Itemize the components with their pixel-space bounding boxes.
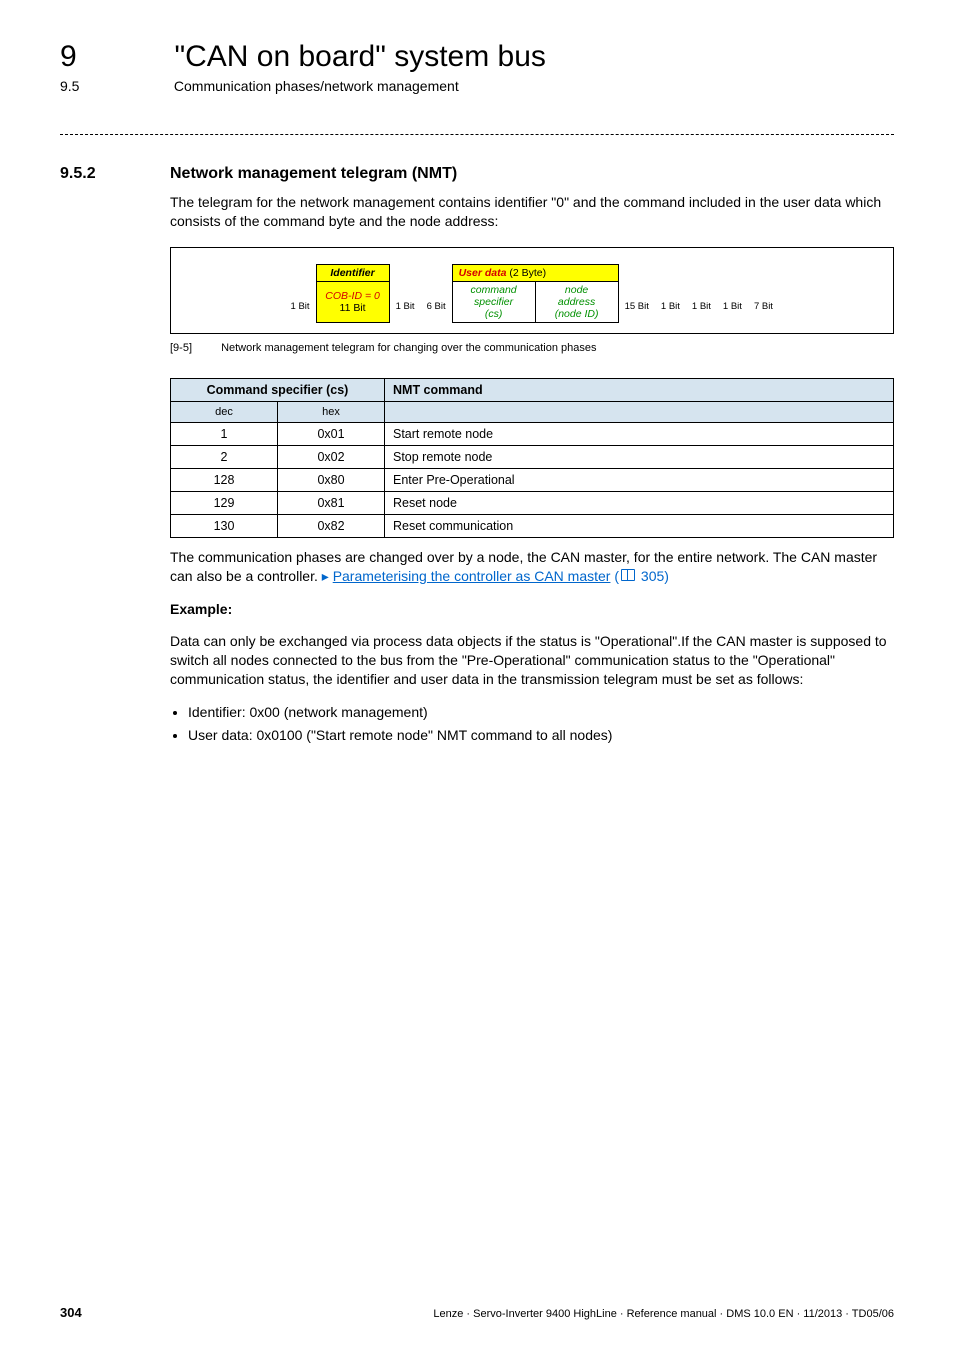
chapter-title: "CAN on board" system bus [174,40,545,74]
bit-label: 1 Bit [655,290,686,322]
table-row: 2 0x02 Stop remote node [171,445,894,468]
bit-label: 15 Bit [618,290,655,322]
nmt-subheader-dec: dec [171,401,278,422]
example-heading: Example: [170,600,894,619]
bit-label: 7 Bit [748,290,779,322]
page-footer: 304 Lenze · Servo-Inverter 9400 HighLine… [60,1305,894,1320]
figure-tag: [9-5] [170,342,218,354]
nmt-subheader-hex: hex [278,401,385,422]
table-row: 128 0x80 Enter Pre-Operational [171,468,894,491]
table-row: 130 0x82 Reset communication [171,514,894,537]
example-bullets: Identifier: 0x00 (network management) Us… [170,703,894,745]
table-row: 1 0x01 Start remote node [171,422,894,445]
book-icon [621,569,635,581]
bit-label: 1 Bit [686,290,717,322]
page: 9 "CAN on board" system bus 9.5 Communic… [0,0,954,1350]
section-header: 9.5 Communication phases/network managem… [60,78,894,94]
bit-label: 1 Bit [285,290,317,322]
bit-label: 1 Bit [389,290,421,322]
userdata-header: User data (2 Byte) [452,264,618,281]
after-table-paragraph: The communication phases are changed ove… [170,548,894,586]
table-row: 129 0x81 Reset node [171,491,894,514]
cross-reference-link[interactable]: Parameterising the controller as CAN mas… [333,568,611,584]
cobid-cell: COB-ID = 0 11 Bit [316,281,389,322]
bit-label: 6 Bit [421,290,453,322]
separator [60,134,894,135]
footer-text: Lenze · Servo-Inverter 9400 HighLine · R… [433,1308,894,1320]
figure-caption-text: Network management telegram for changing… [221,342,596,354]
command-specifier-cell: command specifier (cs) [452,281,535,322]
nmt-header-cs: Command specifier (cs) [171,378,385,401]
identifier-header: Identifier [316,264,389,281]
chapter-number: 9 [60,40,170,74]
bit-label: 1 Bit [717,290,748,322]
subsection-number: 9.5.2 [60,165,170,183]
section-title: Communication phases/network management [174,78,459,94]
page-number: 304 [60,1305,82,1320]
chapter-header: 9 "CAN on board" system bus [60,40,894,74]
nmt-header-cmd: NMT command [385,378,894,401]
list-item: User data: 0x0100 ("Start remote node" N… [188,726,894,745]
nmt-command-table: Command specifier (cs) NMT command dec h… [170,378,894,538]
intro-paragraph: The telegram for the network management … [170,193,894,231]
section-number: 9.5 [60,78,170,94]
subsection-heading: 9.5.2 Network management telegram (NMT) [60,165,894,183]
figure-caption: [9-5] Network management telegram for ch… [170,342,894,354]
subsection-title: Network management telegram (NMT) [170,165,457,183]
telegram-diagram-box: Identifier User data (2 Byte) COB-ID [170,247,894,334]
list-item: Identifier: 0x00 (network management) [188,703,894,722]
telegram-diagram: Identifier User data (2 Byte) COB-ID [285,264,780,323]
example-paragraph: Data can only be exchanged via process d… [170,632,894,689]
node-address-cell: node address (node ID) [535,281,618,322]
arrow-icon: ▸ [322,568,329,584]
